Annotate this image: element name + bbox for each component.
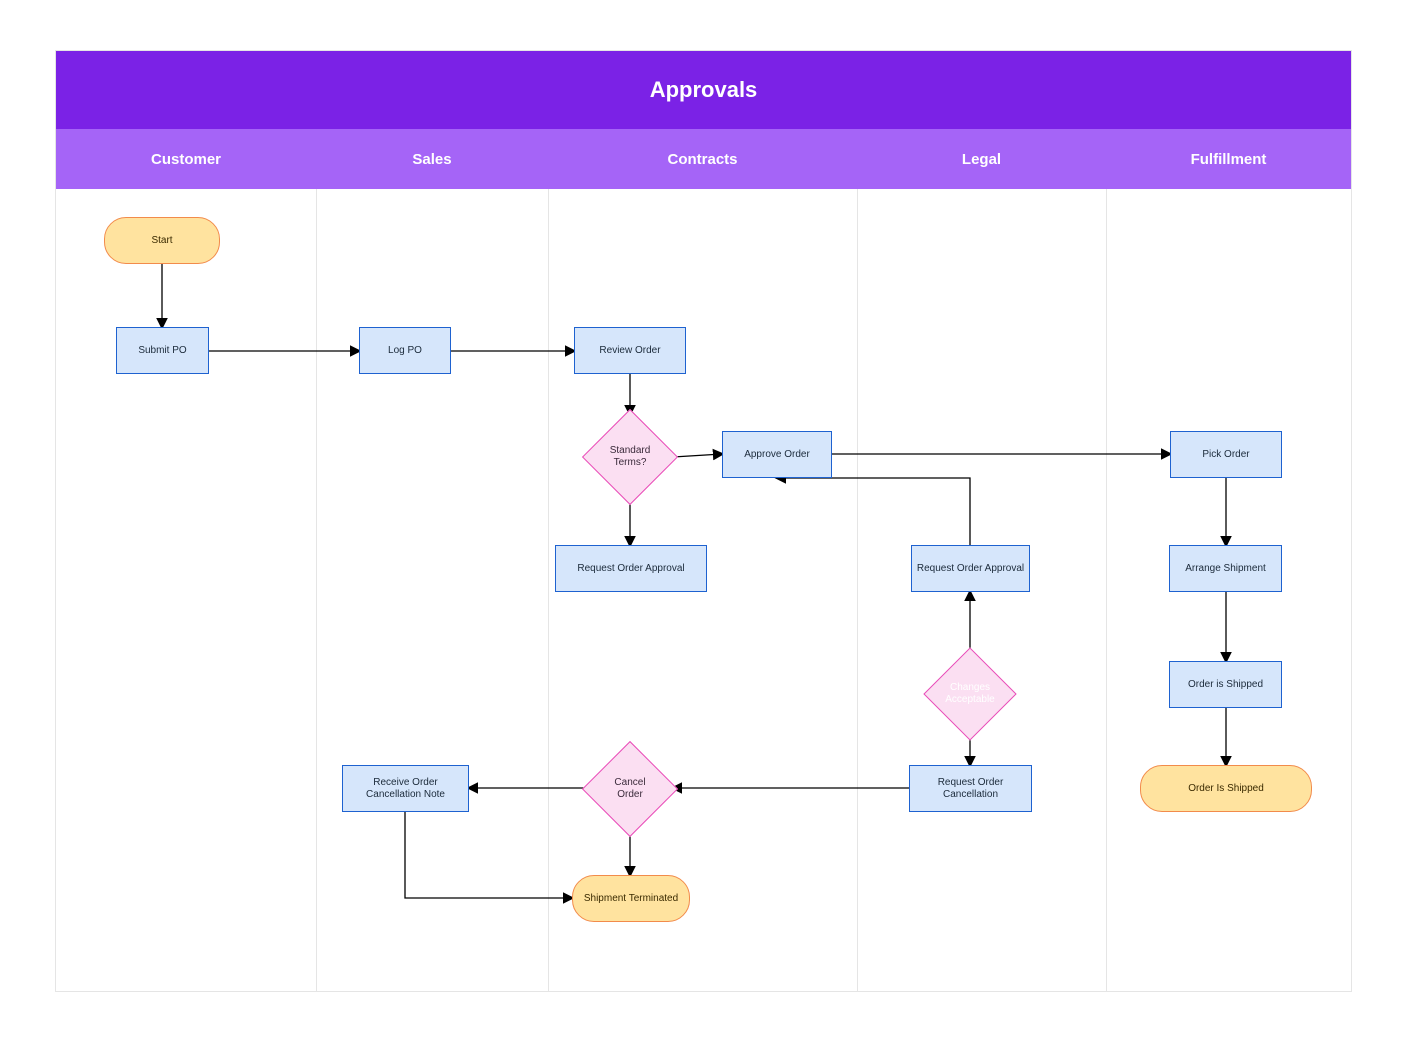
connector <box>673 454 722 457</box>
lane-divider <box>548 189 549 991</box>
node-label: Standard Terms? <box>600 445 660 469</box>
node-reqApproval1[interactable]: Request Order Approval <box>555 545 707 592</box>
lane-divider <box>316 189 317 991</box>
node-pickOrder[interactable]: Pick Order <box>1170 431 1282 478</box>
node-label: Changes Acceptable <box>939 682 1000 706</box>
node-reqApproval2[interactable]: Request Order Approval <box>911 545 1030 592</box>
node-changesAccept[interactable]: Changes Acceptable <box>937 661 1003 727</box>
connector <box>405 812 572 898</box>
connector <box>777 478 970 545</box>
node-standardTerms[interactable]: Standard Terms? <box>596 423 664 491</box>
node-logPO[interactable]: Log PO <box>359 327 451 374</box>
swimlane-diagram: Approvals CustomerSalesContractsLegalFul… <box>55 50 1352 992</box>
node-start[interactable]: Start <box>104 217 220 264</box>
lane-header: Fulfillment <box>1106 129 1351 189</box>
lane-divider <box>857 189 858 991</box>
lane-header: Legal <box>857 129 1107 189</box>
node-recvCancel[interactable]: Receive Order Cancellation Note <box>342 765 469 812</box>
node-shippedEnd[interactable]: Order Is Shipped <box>1140 765 1312 812</box>
connectors-layer <box>56 51 1351 991</box>
node-approveOrder[interactable]: Approve Order <box>722 431 832 478</box>
node-label: Cancel Order <box>600 777 660 801</box>
node-reviewOrder[interactable]: Review Order <box>574 327 686 374</box>
node-submitPO[interactable]: Submit PO <box>116 327 209 374</box>
lane-header: Contracts <box>548 129 858 189</box>
node-cancelOrder[interactable]: Cancel Order <box>596 755 664 823</box>
lane-divider <box>1106 189 1107 991</box>
node-shipTerminated[interactable]: Shipment Terminated <box>572 875 690 922</box>
node-reqCancel[interactable]: Request Order Cancellation <box>909 765 1032 812</box>
node-orderShipped[interactable]: Order is Shipped <box>1169 661 1282 708</box>
diagram-title: Approvals <box>56 51 1351 129</box>
lane-header: Sales <box>316 129 549 189</box>
node-arrangeShip[interactable]: Arrange Shipment <box>1169 545 1282 592</box>
lane-header: Customer <box>56 129 317 189</box>
